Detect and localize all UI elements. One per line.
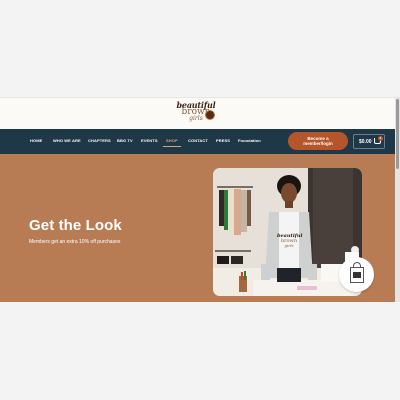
cta-line-2: member/login — [303, 141, 333, 146]
nav-item-shop[interactable]: SHOP — [166, 138, 178, 143]
become-member-login-button[interactable]: Become a member/login — [288, 132, 348, 150]
tote-bag-product-button[interactable] — [339, 257, 374, 292]
shirt-print-line-3: girls — [284, 243, 294, 248]
top-blank-area — [0, 0, 400, 97]
cart-button[interactable]: $0.00 0 — [353, 134, 385, 149]
cart-amount: $0.00 — [359, 139, 372, 145]
site-logo[interactable]: beautiful brown girls — [168, 101, 224, 127]
nav-item-press[interactable]: PRESS — [216, 138, 230, 143]
bottom-blank-area — [0, 302, 400, 400]
hero-title: Get the Look — [29, 217, 122, 234]
scrollbar-thumb[interactable] — [396, 99, 399, 169]
browser-viewport: beautiful brown girls HOME WHO WE ARE CH… — [0, 0, 400, 400]
shirt-print: beautiful brown girls — [277, 234, 302, 248]
nav-item-home[interactable]: HOME — [30, 138, 42, 143]
nav-item-who-we-are[interactable]: WHO WE ARE — [53, 138, 81, 143]
nav-item-bbg-tv[interactable]: BBG TV — [117, 138, 133, 143]
cart-count-badge: 0 — [378, 136, 383, 141]
nav-item-foundation[interactable]: Foundation — [238, 138, 261, 143]
cta-line-1: Become a — [307, 135, 329, 141]
page-scrollbar[interactable] — [395, 97, 400, 302]
nav-item-chapters[interactable]: CHAPTERS — [88, 138, 111, 143]
hero-subtitle: Members get an extra 10% off purchases — [29, 239, 121, 245]
tote-print — [353, 272, 361, 278]
logo-line-3: girls — [189, 115, 203, 122]
nav-item-events[interactable]: EVENTS — [141, 138, 158, 143]
logo-emblem-icon — [205, 110, 215, 120]
active-nav-underline — [163, 146, 181, 147]
nav-item-contact[interactable]: CONTACT — [188, 138, 208, 143]
